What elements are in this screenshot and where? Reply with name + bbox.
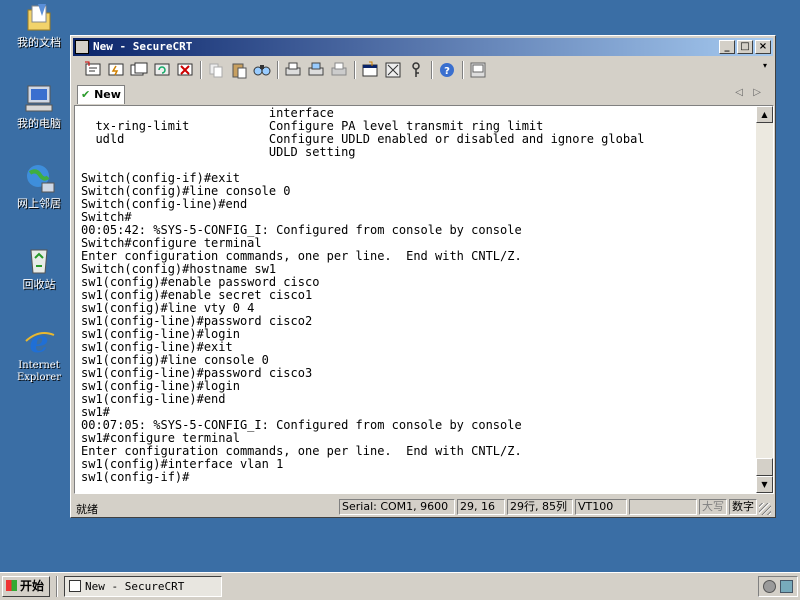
securecrt-app-icon[interactable] — [75, 40, 89, 54]
toolbar: ? ▾ — [73, 58, 773, 82]
toolbar-separator — [277, 61, 279, 79]
toolbar-separator — [200, 61, 202, 79]
reconnect-icon[interactable] — [152, 60, 172, 80]
log-icon[interactable] — [468, 60, 488, 80]
toolbar-separator — [462, 61, 464, 79]
desktop-icon-label: 网上邻居 — [17, 197, 61, 210]
desktop-icon-label: Internet Explorer — [16, 360, 62, 383]
toolbar-separator — [431, 61, 433, 79]
taskbar: 开始 New - SecureCRT — [0, 572, 800, 600]
windows-logo-icon — [6, 580, 17, 591]
status-blank — [629, 499, 697, 515]
tab-scroll-right-icon[interactable]: ▷ — [753, 87, 761, 98]
tab-label: New — [94, 88, 121, 101]
print-selection-icon[interactable] — [306, 60, 326, 80]
toolbar-separator — [354, 61, 356, 79]
terminal-frame: interface tx-ring-limit Configure PA lev… — [74, 105, 774, 494]
session-tab-bar: ✔ New ◁ ▷ — [73, 83, 773, 105]
securecrt-task-icon — [69, 580, 81, 592]
status-caps-lock: 大写 — [699, 499, 727, 515]
desktop-icon-my-documents[interactable]: 我的文档 — [5, 2, 73, 49]
desktop-icon-network[interactable]: 网上邻居 — [5, 163, 73, 210]
print-icon[interactable] — [283, 60, 303, 80]
paste-icon[interactable] — [229, 60, 249, 80]
global-options-icon[interactable] — [383, 60, 403, 80]
check-icon: ✔ — [81, 88, 91, 101]
connect-icon[interactable] — [83, 60, 103, 80]
taskbar-separator — [56, 576, 58, 597]
internet-explorer-icon: e — [22, 325, 56, 360]
terminal-output[interactable]: interface tx-ring-limit Configure PA lev… — [78, 106, 758, 493]
start-label: 开始 — [20, 579, 45, 593]
copy-icon[interactable] — [206, 60, 226, 80]
disconnect-icon[interactable] — [175, 60, 195, 80]
tray-network-icon[interactable] — [780, 580, 793, 593]
status-num-lock: 数字 — [729, 499, 757, 515]
toolbar-overflow-button[interactable]: ▾ — [763, 62, 771, 78]
status-rows-cols: 29行, 85列 — [507, 499, 573, 515]
tray-settings-icon[interactable] — [763, 580, 776, 593]
find-icon[interactable] — [252, 60, 272, 80]
help-icon[interactable]: ? — [437, 60, 457, 80]
connect-in-tab-icon[interactable] — [129, 60, 149, 80]
status-cursor-position: 29, 16 — [457, 499, 505, 515]
desktop-icon-label: 我的文档 — [17, 36, 61, 49]
network-neighborhood-icon — [22, 163, 56, 195]
svg-text:e: e — [29, 325, 48, 357]
maximize-button[interactable]: □ — [737, 40, 753, 54]
scrollbar-thumb[interactable] — [756, 458, 773, 476]
vertical-scrollbar[interactable]: ▲ ▼ — [756, 106, 773, 493]
minimize-button[interactable]: _ — [719, 40, 735, 54]
close-button[interactable]: × — [755, 40, 771, 54]
securecrt-window: New - SecureCRT _ □ × ? ▾ ✔ New ◁ ▷ inte… — [70, 35, 776, 518]
desktop-icon-recycle-bin[interactable]: 回收站 — [5, 244, 73, 291]
desktop-icon-label: 回收站 — [22, 278, 56, 291]
start-button[interactable]: 开始 — [2, 576, 50, 597]
taskbar-item-securecrt[interactable]: New - SecureCRT — [64, 576, 222, 597]
session-options-icon[interactable] — [360, 60, 380, 80]
window-title: New - SecureCRT — [93, 40, 193, 53]
my-computer-icon — [22, 83, 56, 115]
desktop-icon-my-computer[interactable]: 我的电脑 — [5, 83, 73, 130]
scroll-down-icon[interactable]: ▼ — [756, 476, 773, 493]
terminal-line: sw1(config-if)# — [81, 470, 190, 484]
desktop-icon-label: 我的电脑 — [17, 117, 61, 130]
keymap-icon[interactable] — [406, 60, 426, 80]
recycle-bin-icon — [22, 244, 56, 276]
resize-grip-icon[interactable] — [759, 503, 771, 515]
print-setup-icon[interactable] — [329, 60, 349, 80]
tab-new[interactable]: ✔ New — [77, 85, 125, 104]
status-ready: 就绪 — [76, 503, 98, 516]
scroll-up-icon[interactable]: ▲ — [756, 106, 773, 123]
my-documents-icon — [22, 2, 56, 34]
terminal-line: UDLD setting — [81, 145, 356, 159]
taskbar-item-label: New - SecureCRT — [85, 580, 185, 593]
status-bar: 就绪 Serial: COM1, 9600 29, 16 29行, 85列 VT… — [73, 497, 773, 517]
window-titlebar[interactable]: New - SecureCRT _ □ × — [73, 38, 773, 56]
status-serial: Serial: COM1, 9600 — [339, 499, 455, 515]
tab-scroll-left-icon[interactable]: ◁ — [735, 87, 743, 98]
desktop-icon-internet-explorer[interactable]: e Internet Explorer — [5, 325, 73, 384]
svg-text:?: ? — [444, 66, 450, 77]
quick-connect-icon[interactable] — [106, 60, 126, 80]
system-tray — [758, 576, 798, 597]
status-emulation: VT100 — [575, 499, 627, 515]
